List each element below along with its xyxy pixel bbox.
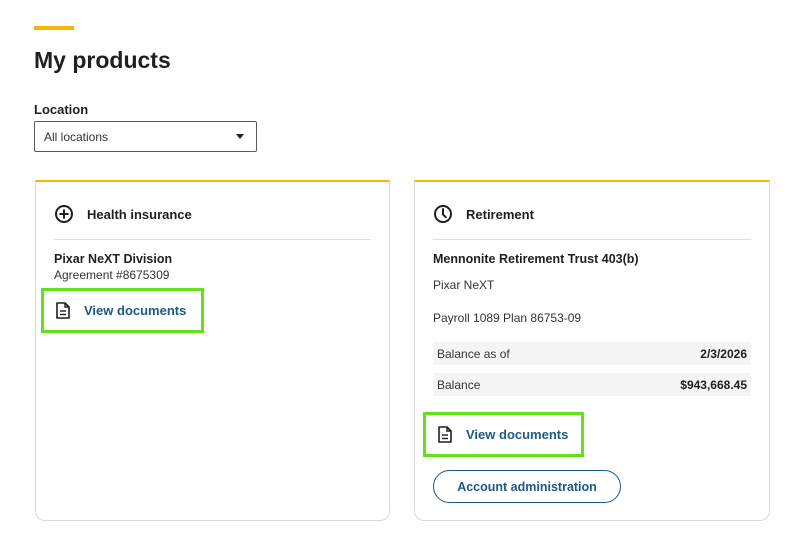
divider <box>54 239 371 240</box>
retirement-card-title: Retirement <box>466 206 534 222</box>
health-agreement-number: Agreement #8675309 <box>54 268 170 282</box>
circle-plus-icon <box>55 205 73 223</box>
clock-icon <box>434 205 452 223</box>
balance-as-of-value: 2/3/2026 <box>700 346 747 361</box>
location-select-value: All locations <box>44 129 109 144</box>
health-view-documents-link[interactable]: View documents <box>41 288 204 333</box>
retirement-card-header: Retirement <box>433 204 534 224</box>
balance-row: Balance $943,668.45 <box>433 373 751 396</box>
balance-as-of-row: Balance as of 2/3/2026 <box>433 342 751 365</box>
retirement-view-documents-label: View documents <box>466 427 569 442</box>
page-title: My products <box>34 47 171 73</box>
balance-label: Balance <box>437 377 481 392</box>
retirement-plan-id: Payroll 1089 Plan 86753-09 <box>433 311 582 325</box>
account-administration-button[interactable]: Account administration <box>433 470 621 503</box>
health-view-documents-label: View documents <box>84 303 187 318</box>
chevron-down-icon <box>236 134 244 139</box>
retirement-product-name: Mennonite Retirement Trust 403(b) <box>433 252 639 266</box>
location-select[interactable]: All locations <box>34 121 257 152</box>
health-card-header: Health insurance <box>54 204 192 224</box>
title-accent-bar <box>34 26 74 30</box>
health-insurance-card: Health insurance Pixar NeXT Division Agr… <box>35 180 390 521</box>
location-label: Location <box>34 102 89 117</box>
balance-as-of-label: Balance as of <box>437 346 510 361</box>
health-card-title: Health insurance <box>87 206 192 222</box>
document-icon <box>56 302 70 319</box>
divider <box>433 239 751 240</box>
retirement-view-documents-link[interactable]: View documents <box>423 412 584 457</box>
retirement-employer: Pixar NeXT <box>433 278 495 292</box>
balance-value: $943,668.45 <box>680 377 747 392</box>
account-administration-label: Account administration <box>457 479 597 494</box>
retirement-card: Retirement Mennonite Retirement Trust 40… <box>414 180 770 521</box>
document-icon <box>438 426 452 443</box>
health-product-name: Pixar NeXT Division <box>54 252 173 266</box>
